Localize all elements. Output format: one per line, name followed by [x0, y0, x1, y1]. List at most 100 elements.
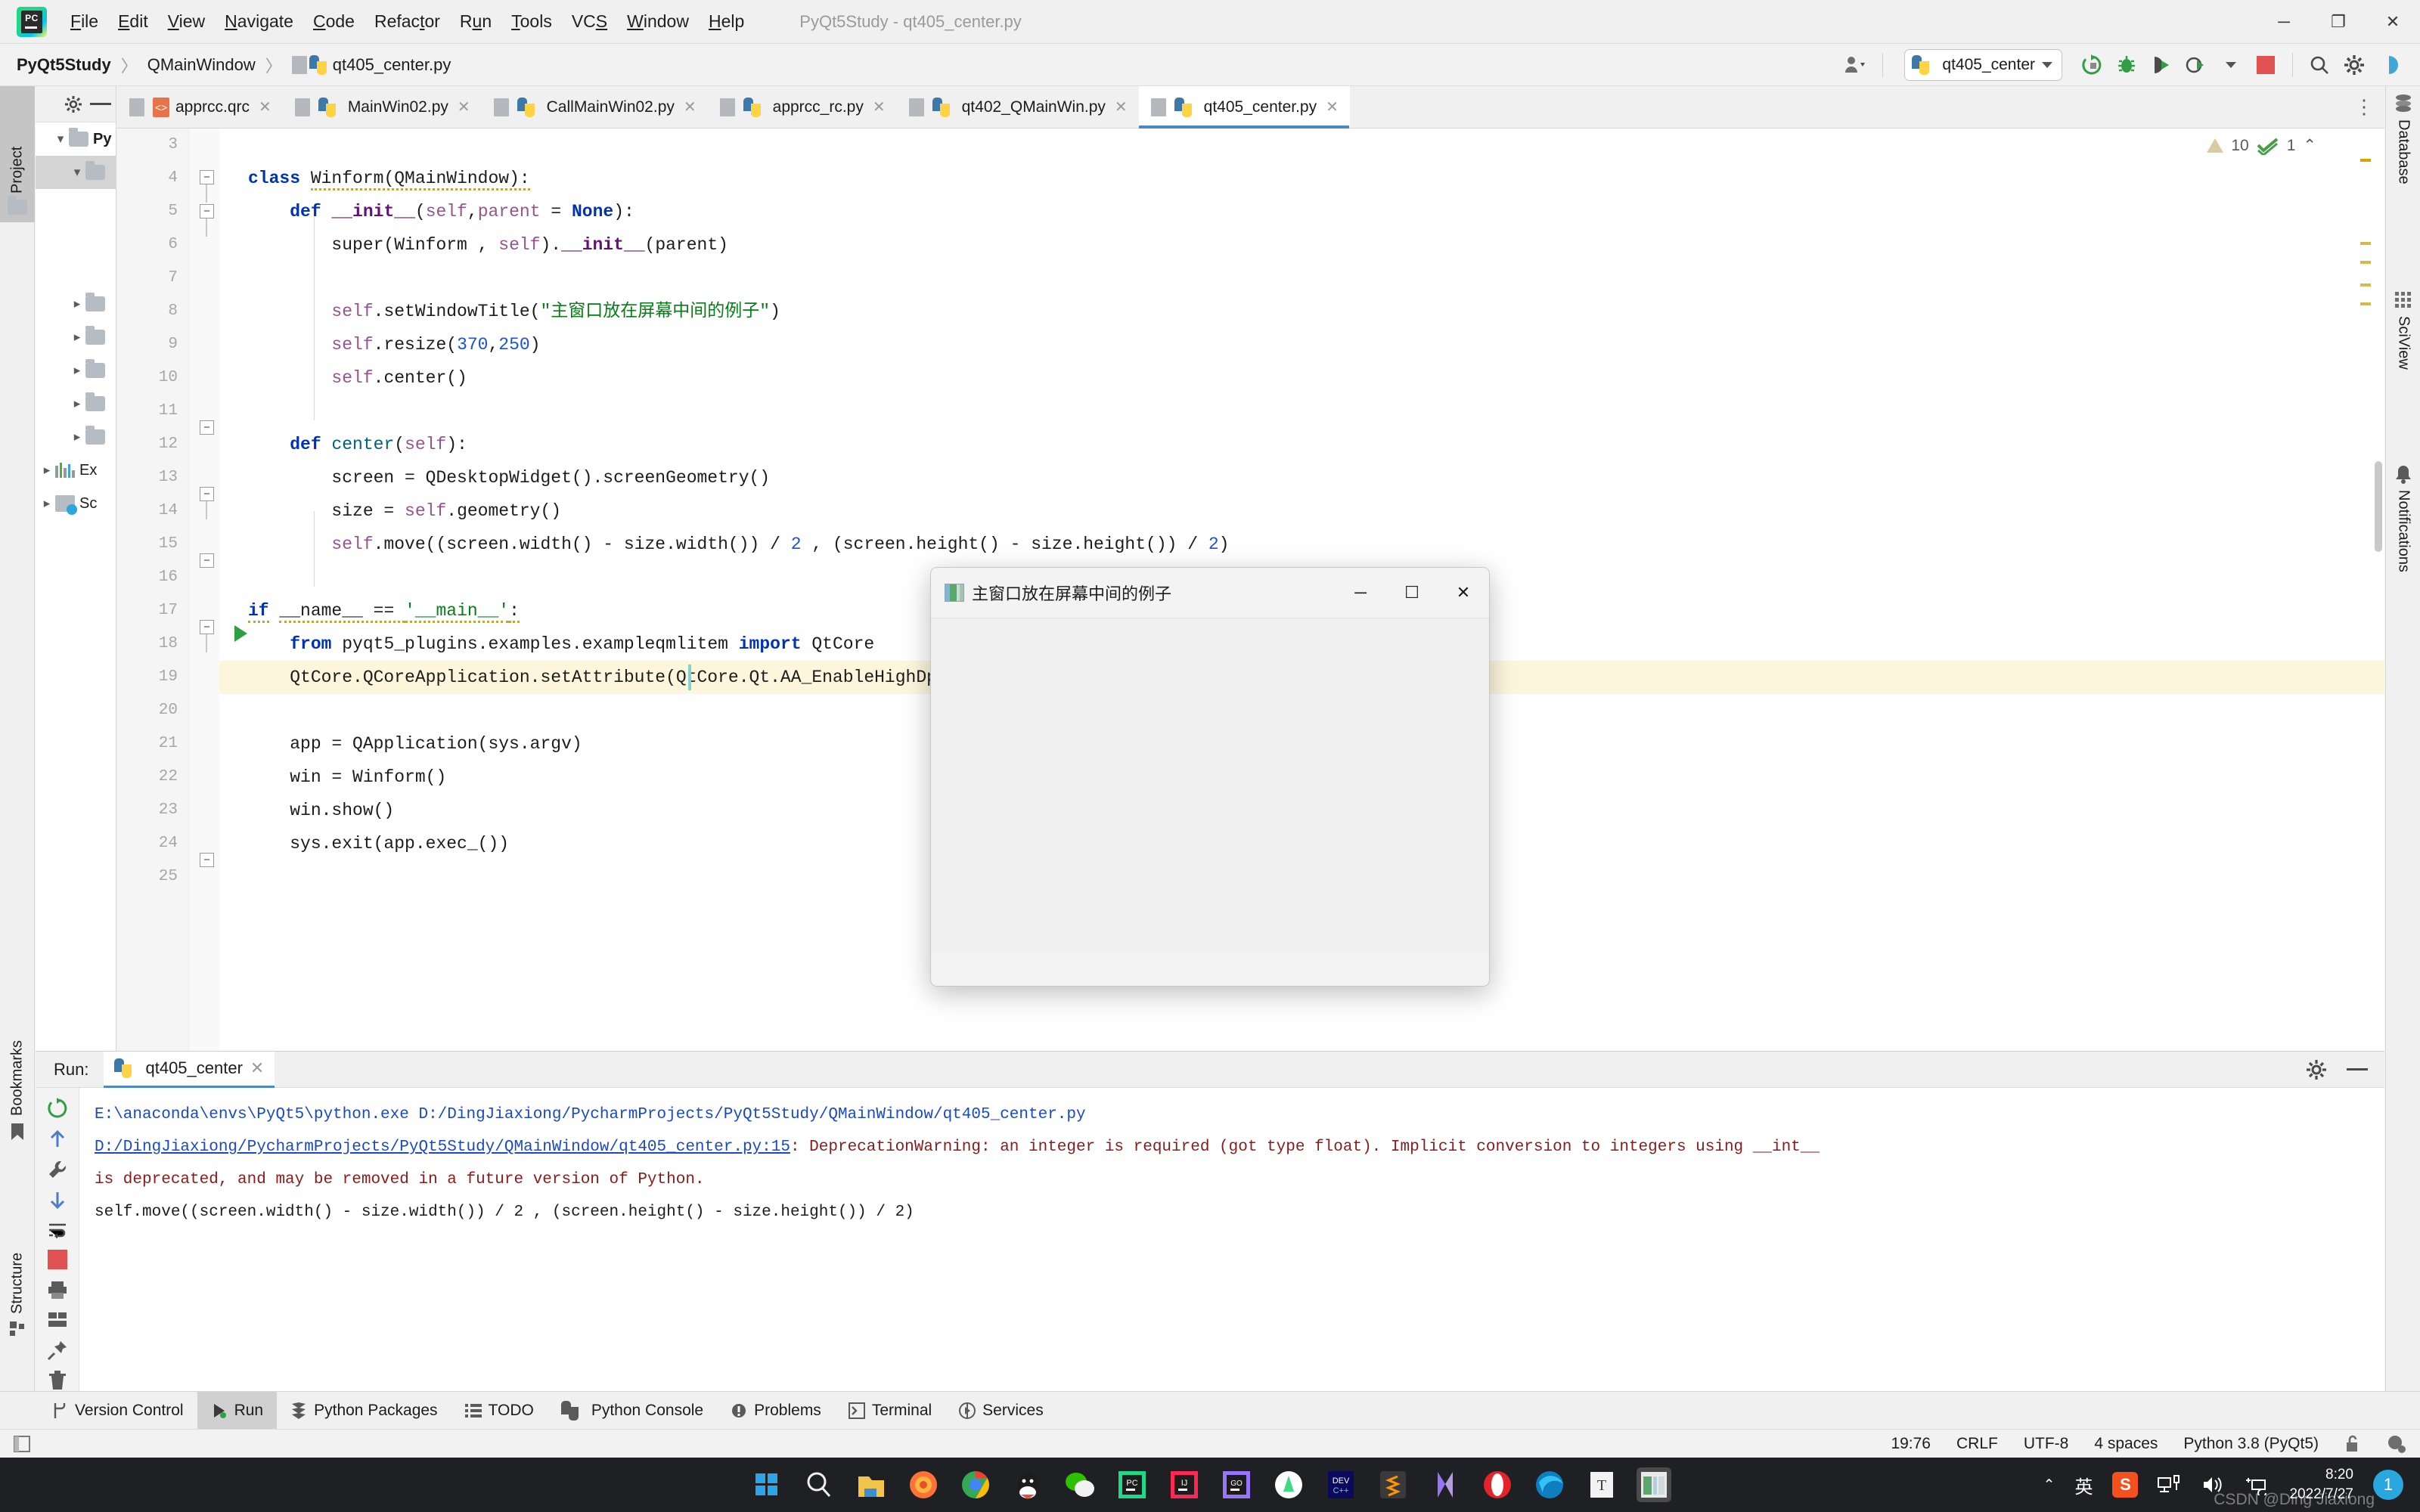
tab-problems[interactable]: Problems — [717, 1392, 835, 1430]
tree-item-folder-2[interactable]: ▸ — [36, 321, 116, 354]
fold-init-icon[interactable]: − — [200, 204, 214, 218]
sublime-icon[interactable] — [1376, 1467, 1410, 1502]
error-stripe-marker[interactable] — [2360, 284, 2371, 287]
close-icon[interactable]: ✕ — [873, 98, 886, 116]
run-tab-qt405-center[interactable]: qt405_center ✕ — [104, 1051, 275, 1088]
run-icon[interactable] — [2074, 48, 2109, 82]
breadcrumb-folder[interactable]: QMainWindow — [147, 55, 256, 75]
user-dropdown-icon[interactable] — [1838, 48, 1873, 82]
gear-icon[interactable] — [64, 95, 82, 113]
code-folding-gutter[interactable]: − − − − − − − — [189, 129, 247, 1172]
indent-setting[interactable]: 4 spaces — [2094, 1435, 2158, 1453]
close-button[interactable]: ✕ — [2366, 0, 2420, 44]
devcpp-icon[interactable]: DEV C++ — [1323, 1467, 1358, 1502]
tray-expand-icon[interactable]: ⌃ — [2043, 1476, 2055, 1494]
gear-icon[interactable] — [2337, 48, 2372, 82]
tab-python-packages[interactable]: Python Packages — [277, 1392, 451, 1430]
nvidia-icon[interactable] — [1428, 1467, 1463, 1502]
search-icon[interactable] — [802, 1467, 836, 1502]
tab-todo[interactable]: TODO — [451, 1392, 548, 1430]
scroll-down-icon[interactable] — [42, 1189, 73, 1210]
menu-run[interactable]: Run — [450, 7, 501, 36]
notification-badge[interactable]: 1 — [2373, 1470, 2403, 1500]
tree-item-external-libraries[interactable]: ▸ Ex — [36, 454, 116, 487]
fold-main-end-icon[interactable]: − — [200, 853, 214, 867]
breadcrumb-project[interactable]: PyQt5Study — [17, 55, 111, 75]
qt-app-icon[interactable] — [1636, 1467, 1671, 1502]
menu-vcs[interactable]: VCS — [562, 7, 617, 36]
close-icon[interactable]: ✕ — [684, 98, 697, 116]
editor-tab-qt402[interactable]: qt402_QMainWin.py ✕ — [897, 86, 1139, 128]
scrollbar-thumb[interactable] — [2375, 461, 2382, 552]
stop-icon[interactable] — [42, 1249, 73, 1270]
rerun-icon[interactable] — [42, 1097, 73, 1120]
tree-item-folder-5[interactable]: ▸ — [36, 420, 116, 454]
scroll-up-icon[interactable] — [42, 1129, 73, 1150]
close-icon[interactable]: ✕ — [458, 98, 470, 116]
sidebar-item-sciview[interactable]: SciView — [2386, 283, 2420, 445]
debug-icon[interactable] — [2109, 48, 2144, 82]
search-icon[interactable] — [2302, 48, 2337, 82]
hide-panel-icon[interactable] — [90, 103, 111, 105]
soft-wrap-icon[interactable] — [42, 1219, 73, 1241]
fold-init-end-icon[interactable]: − — [200, 420, 214, 435]
profile-dropdown-icon[interactable] — [2214, 48, 2248, 82]
tab-services[interactable]: Services — [945, 1392, 1057, 1430]
trash-icon[interactable] — [42, 1370, 73, 1391]
qq-icon[interactable] — [1010, 1467, 1045, 1502]
close-icon[interactable]: ✕ — [1326, 98, 1339, 116]
pin-icon[interactable] — [42, 1340, 73, 1361]
stop-icon[interactable] — [2248, 48, 2283, 82]
opera-icon[interactable] — [1480, 1467, 1515, 1502]
qt-minimize-button[interactable]: ─ — [1335, 568, 1386, 618]
tree-item-folder-1[interactable]: ▸ — [36, 287, 116, 321]
file-explorer-icon[interactable] — [854, 1467, 889, 1502]
qt-application-window[interactable]: 主窗口放在屏幕中间的例子 ─ ☐ ✕ — [930, 567, 1490, 987]
typora-icon[interactable]: T — [1584, 1467, 1619, 1502]
network-icon[interactable] — [2158, 1474, 2182, 1495]
line-separator[interactable]: CRLF — [1956, 1435, 1998, 1453]
pycharm-icon[interactable]: PC — [1115, 1467, 1150, 1502]
editor-tab-apprcc-qrc[interactable]: <> apprcc.qrc ✕ — [117, 86, 283, 128]
menu-view[interactable]: View — [158, 7, 215, 36]
inspection-widget[interactable]: 10 1 ⌃ — [2207, 136, 2316, 155]
maximize-button[interactable]: ❐ — [2311, 0, 2366, 44]
close-icon[interactable]: ✕ — [259, 98, 271, 116]
tree-item-project-root[interactable]: ▾ Py — [36, 122, 116, 156]
error-stripe-marker[interactable] — [2360, 302, 2371, 305]
edge-icon[interactable] — [1532, 1467, 1567, 1502]
minimize-panel-icon[interactable] — [2347, 1068, 2368, 1070]
menu-edit[interactable]: Edit — [108, 7, 158, 36]
editor-tab-apprcc-rc[interactable]: apprcc_rc.py ✕ — [708, 86, 897, 128]
collapse-inspection-icon[interactable]: ⌃ — [2303, 136, 2316, 155]
editor-tab-callmainwin02[interactable]: CallMainWin02.py ✕ — [482, 86, 708, 128]
python-interpreter[interactable]: Python 3.8 (PyQt5) — [2183, 1435, 2319, 1453]
close-icon[interactable]: ✕ — [250, 1058, 264, 1078]
close-icon[interactable]: ✕ — [1115, 98, 1128, 116]
wechat-icon[interactable] — [1063, 1467, 1097, 1502]
minimize-button[interactable]: ─ — [2257, 0, 2311, 44]
gear-icon[interactable] — [2306, 1059, 2327, 1080]
tree-item-folder-4[interactable]: ▸ — [36, 387, 116, 420]
tab-run[interactable]: Run — [197, 1391, 278, 1430]
event-log-icon[interactable] — [2387, 1434, 2406, 1454]
error-stripe-marker[interactable] — [2360, 261, 2371, 264]
fold-center-end-icon[interactable]: − — [200, 553, 214, 568]
lock-open-icon[interactable] — [2344, 1435, 2361, 1453]
qt-maximize-button[interactable]: ☐ — [1386, 568, 1438, 618]
error-stripe-marker[interactable] — [2360, 242, 2371, 245]
print-icon[interactable] — [42, 1279, 73, 1300]
menu-tools[interactable]: Tools — [501, 7, 562, 36]
fold-center-icon[interactable]: − — [200, 487, 214, 501]
layout-icon[interactable] — [42, 1309, 73, 1331]
tab-terminal[interactable]: Terminal — [835, 1392, 945, 1430]
menu-window[interactable]: Window — [617, 7, 699, 36]
fold-main-icon[interactable]: − — [200, 620, 214, 634]
android-studio-icon[interactable] — [1271, 1467, 1306, 1502]
tree-item-scratches[interactable]: ▸ Sc — [36, 487, 116, 520]
more-options-icon[interactable]: ⋮ — [2354, 97, 2374, 116]
goland-icon[interactable]: GO — [1219, 1467, 1254, 1502]
file-encoding[interactable]: UTF-8 — [2024, 1435, 2069, 1453]
run-with-coverage-icon[interactable] — [2144, 48, 2179, 82]
caret-position[interactable]: 19:76 — [1891, 1435, 1931, 1453]
